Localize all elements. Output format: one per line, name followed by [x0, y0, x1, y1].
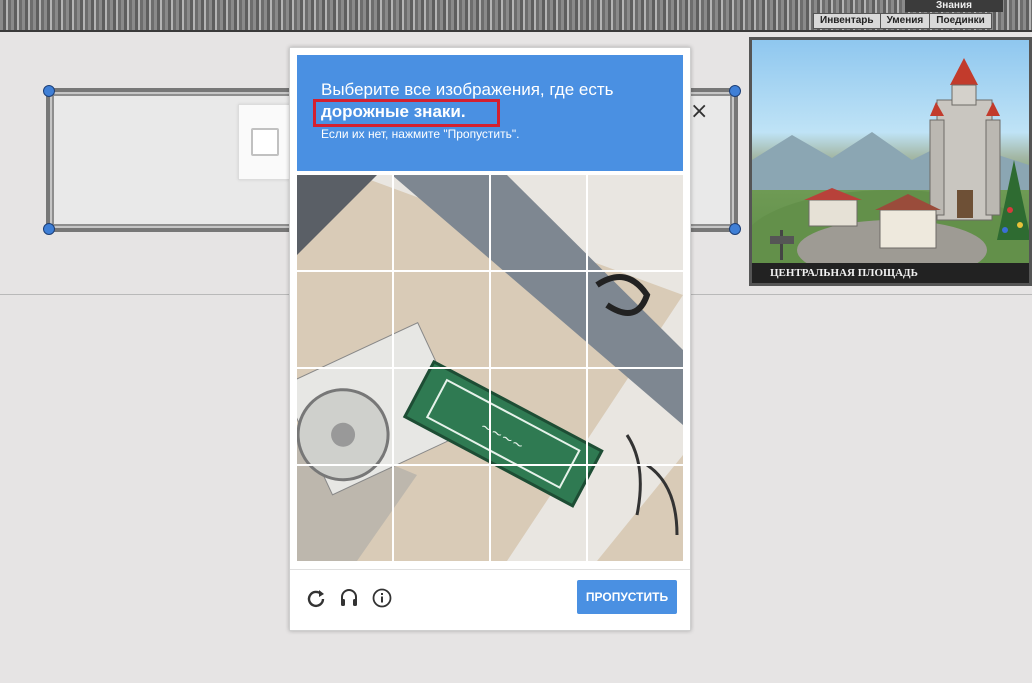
- captcha-tile[interactable]: [588, 175, 683, 270]
- captcha-image-grid: [297, 175, 683, 561]
- captcha-tile[interactable]: [491, 369, 586, 464]
- audio-icon[interactable]: [337, 586, 361, 610]
- captcha-tile[interactable]: [394, 272, 489, 367]
- captcha-tile[interactable]: [491, 175, 586, 270]
- castle-square-illustration: [752, 58, 1029, 283]
- captcha-tile[interactable]: [394, 369, 489, 464]
- captcha-checkbox-bubble: [238, 104, 290, 180]
- tab-battles[interactable]: Поединки: [929, 13, 992, 29]
- captcha-checkbox[interactable]: [251, 128, 279, 156]
- captcha-tile[interactable]: [588, 272, 683, 367]
- close-icon[interactable]: ×: [690, 101, 708, 123]
- captcha-tile[interactable]: [588, 369, 683, 464]
- location-image[interactable]: ЦЕНТРАЛЬНАЯ ПЛОЩАДЬ: [749, 37, 1032, 286]
- knowledge-tab[interactable]: Знания: [905, 0, 1003, 12]
- captcha-tile[interactable]: [394, 466, 489, 561]
- captcha-tile[interactable]: [297, 466, 392, 561]
- tab-skills[interactable]: Умения: [879, 13, 931, 29]
- captcha-tile[interactable]: [297, 369, 392, 464]
- info-icon[interactable]: [370, 586, 394, 610]
- game-tabs: Инвентарь Умения Поединки: [813, 13, 992, 29]
- frame-gem-icon: [729, 85, 741, 97]
- tab-inventory[interactable]: Инвентарь: [813, 13, 881, 29]
- reload-icon[interactable]: [304, 586, 328, 610]
- captcha-tile[interactable]: [297, 272, 392, 367]
- game-top-bar: Знания Инвентарь Умения Поединки: [0, 0, 1032, 32]
- captcha-tile[interactable]: [491, 272, 586, 367]
- frame-gem-icon: [729, 223, 741, 235]
- captcha-prompt: Выберите все изображения, где есть: [321, 80, 614, 99]
- captcha-tile[interactable]: [394, 175, 489, 270]
- captcha-footer-divider: [290, 569, 690, 570]
- captcha-tile[interactable]: [588, 466, 683, 561]
- frame-gem-icon: [43, 223, 55, 235]
- captcha-tile[interactable]: [297, 175, 392, 270]
- captcha-dialog: Выберите все изображения, где есть дорож…: [289, 47, 691, 631]
- target-highlight-box: [313, 99, 500, 127]
- skip-button[interactable]: ПРОПУСТИТЬ: [577, 580, 677, 614]
- captcha-header: Выберите все изображения, где есть дорож…: [297, 55, 683, 171]
- frame-gem-icon: [43, 85, 55, 97]
- captcha-tile[interactable]: [491, 466, 586, 561]
- captcha-hint: Если их нет, нажмите "Пропустить".: [321, 127, 520, 141]
- location-label: ЦЕНТРАЛЬНАЯ ПЛОЩАДЬ: [752, 263, 1029, 283]
